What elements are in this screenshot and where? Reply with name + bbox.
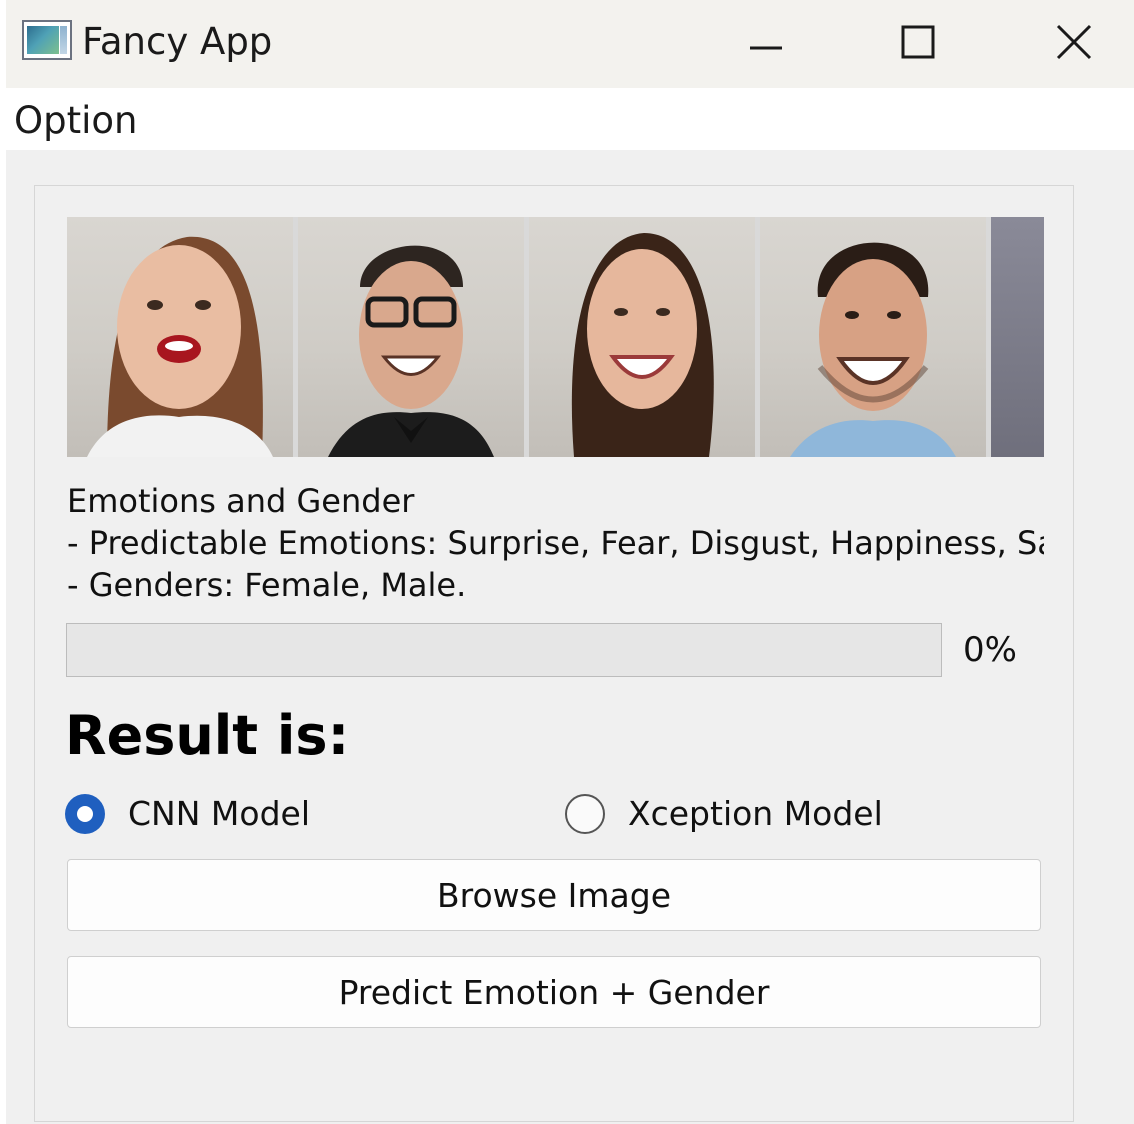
emotions-line: - Predictable Emotions: Surprise, Fear, … — [67, 524, 1044, 562]
app-window-icon — [22, 20, 72, 60]
cnn-model-radio[interactable]: CNN Model — [65, 790, 310, 838]
maximize-icon — [901, 25, 935, 59]
predict-button[interactable]: Predict Emotion + Gender — [67, 956, 1041, 1028]
progress-bar — [66, 623, 942, 677]
radio-unselected-icon[interactable] — [565, 794, 605, 834]
result-label: Result is: — [65, 704, 350, 767]
xception-model-label[interactable]: Xception Model — [628, 792, 883, 836]
banner-image — [67, 217, 1044, 457]
maximize-button[interactable] — [886, 12, 950, 72]
menu-bar: Option — [0, 88, 1134, 150]
portrait-man-2 — [760, 217, 986, 457]
radio-selected-icon[interactable] — [65, 794, 105, 834]
portrait-woman-2 — [529, 217, 755, 457]
cnn-model-label[interactable]: CNN Model — [128, 792, 310, 836]
xception-model-radio[interactable]: Xception Model — [565, 790, 883, 838]
minimize-button[interactable] — [734, 12, 798, 72]
menu-option[interactable]: Option — [14, 98, 137, 144]
progress-percent: 0% — [963, 630, 1017, 670]
browse-image-button[interactable]: Browse Image — [67, 859, 1041, 931]
portrait-woman-1 — [67, 217, 293, 457]
description-text: Emotions and Gender - Predictable Emotio… — [67, 480, 1044, 606]
description-heading: Emotions and Gender — [67, 482, 415, 520]
window-title: Fancy App — [82, 20, 273, 63]
close-icon — [1056, 24, 1092, 60]
portrait-man-glasses — [298, 217, 524, 457]
genders-line: - Genders: Female, Male. — [67, 566, 467, 604]
minimize-icon — [750, 46, 782, 50]
client-area: Emotions and Gender - Predictable Emotio… — [6, 150, 1134, 1124]
title-bar: Fancy App — [6, 0, 1134, 88]
portrait-partial — [991, 217, 1044, 457]
main-panel: Emotions and Gender - Predictable Emotio… — [34, 185, 1074, 1122]
close-button[interactable] — [1042, 12, 1106, 72]
